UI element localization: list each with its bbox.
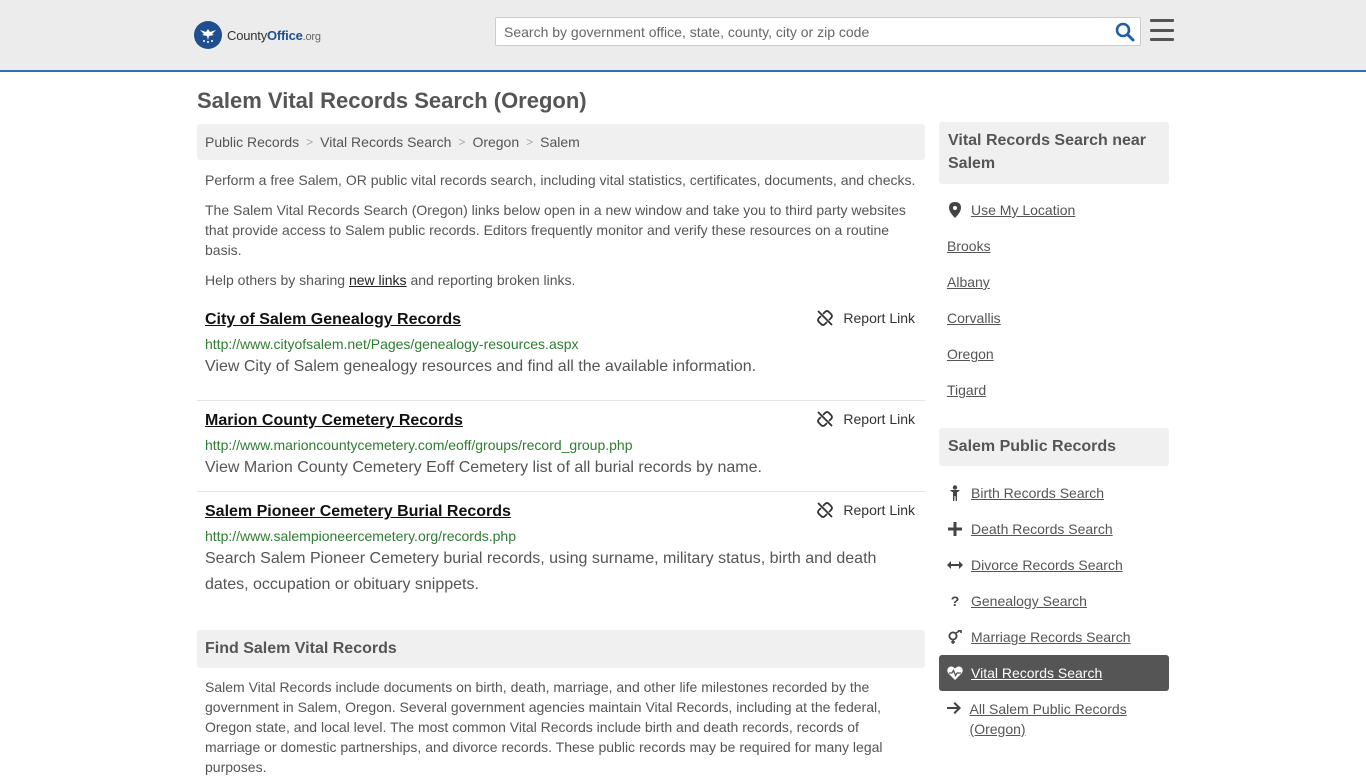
broken-link-icon bbox=[817, 502, 834, 518]
sidebar-item-label[interactable]: Albany bbox=[947, 272, 990, 292]
arrows-horizontal-icon bbox=[947, 560, 963, 570]
sidebar-item-label[interactable]: Marriage Records Search bbox=[971, 627, 1131, 647]
sidebar-item-label[interactable]: Oregon bbox=[947, 344, 994, 364]
logo-eagle-icon bbox=[194, 21, 222, 49]
sidebar-item-brooks[interactable]: Brooks bbox=[947, 236, 991, 256]
report-link-button[interactable]: Report Link bbox=[817, 502, 915, 518]
sidebar-item-vital-records[interactable]: Vital Records Search bbox=[947, 663, 1102, 683]
sidebar-item-genealogy[interactable]: ? Genealogy Search bbox=[947, 591, 1087, 611]
sidebar-item-label[interactable]: Use My Location bbox=[971, 200, 1075, 220]
sidebar-item-albany[interactable]: Albany bbox=[947, 272, 990, 292]
record-item: Marion County Cemetery Records Report Li… bbox=[197, 401, 925, 492]
question-icon: ? bbox=[950, 593, 960, 609]
sidebar-item-tigard[interactable]: Tigard bbox=[947, 380, 986, 400]
sidebar-item-death-records[interactable]: Death Records Search bbox=[947, 519, 1113, 539]
breadcrumb-oregon[interactable]: Oregon bbox=[472, 134, 519, 150]
sidebar-item-corvallis[interactable]: Corvallis bbox=[947, 308, 1001, 328]
broken-link-icon bbox=[817, 411, 834, 427]
site-logo[interactable]: CountyOffice.org bbox=[194, 21, 321, 49]
new-links-link[interactable]: new links bbox=[349, 272, 407, 288]
hamburger-menu-icon[interactable] bbox=[1150, 19, 1174, 41]
arrow-right-icon bbox=[947, 702, 962, 714]
record-url: http://www.marioncountycemetery.com/eoff… bbox=[205, 437, 633, 453]
records-list: City of Salem Genealogy Records Report L… bbox=[197, 310, 925, 598]
sidebar-item-label[interactable]: Brooks bbox=[947, 236, 991, 256]
sidebar-item-label[interactable]: Corvallis bbox=[947, 308, 1001, 328]
site-header: CountyOffice.org bbox=[0, 0, 1366, 72]
find-section-heading: Find Salem Vital Records bbox=[197, 630, 925, 668]
record-url: http://www.cityofsalem.net/Pages/genealo… bbox=[205, 336, 579, 352]
record-item: Salem Pioneer Cemetery Burial Records Re… bbox=[197, 492, 925, 598]
broken-link-icon bbox=[817, 310, 834, 326]
heartbeat-icon bbox=[947, 666, 963, 680]
record-title-link[interactable]: City of Salem Genealogy Records bbox=[205, 310, 461, 330]
breadcrumb-separator: > bbox=[526, 135, 534, 149]
page-title: Salem Vital Records Search (Oregon) bbox=[197, 88, 587, 113]
breadcrumb: Public Records > Vital Records Search > … bbox=[197, 124, 925, 160]
record-item: City of Salem Genealogy Records Report L… bbox=[197, 310, 925, 401]
intro-text: Perform a free Salem, OR public vital re… bbox=[205, 172, 916, 188]
plus-icon bbox=[947, 522, 963, 536]
sidebar-item-label[interactable]: Genealogy Search bbox=[971, 591, 1087, 611]
sidebar-item-oregon[interactable]: Oregon bbox=[947, 344, 994, 364]
record-title-link[interactable]: Marion County Cemetery Records bbox=[205, 411, 463, 431]
search-box bbox=[495, 17, 1141, 46]
logo-text: CountyOffice.org bbox=[227, 27, 321, 43]
report-link-button[interactable]: Report Link bbox=[817, 411, 915, 427]
sidebar-item-label[interactable]: Tigard bbox=[947, 380, 986, 400]
search-icon[interactable] bbox=[1114, 21, 1136, 43]
sidebar-item-all-public-records[interactable]: All Salem Public Records (Oregon) bbox=[947, 699, 1167, 739]
sidebar-item-label[interactable]: All Salem Public Records (Oregon) bbox=[970, 699, 1167, 739]
sidebar-near-heading: Vital Records Search near Salem bbox=[939, 122, 1169, 184]
sidebar-item-birth-records[interactable]: Birth Records Search bbox=[947, 483, 1104, 503]
sidebar-item-use-my-location[interactable]: Use My Location bbox=[947, 200, 1075, 220]
breadcrumb-separator: > bbox=[458, 135, 466, 149]
breadcrumb-public-records[interactable]: Public Records bbox=[205, 134, 299, 150]
map-pin-icon bbox=[947, 202, 963, 218]
record-description: Search Salem Pioneer Cemetery burial rec… bbox=[205, 550, 877, 593]
child-icon bbox=[947, 485, 963, 501]
sidebar-item-label[interactable]: Vital Records Search bbox=[971, 663, 1102, 683]
record-url: http://www.salempioneercemetery.org/reco… bbox=[205, 528, 516, 544]
report-link-button[interactable]: Report Link bbox=[817, 310, 915, 326]
sidebar-public-heading: Salem Public Records bbox=[939, 428, 1169, 466]
breadcrumb-salem[interactable]: Salem bbox=[540, 134, 580, 150]
breadcrumb-vital-records-search[interactable]: Vital Records Search bbox=[320, 134, 451, 150]
record-description: View City of Salem genealogy resources a… bbox=[205, 358, 757, 375]
sidebar-item-label[interactable]: Death Records Search bbox=[971, 519, 1113, 539]
record-title-link[interactable]: Salem Pioneer Cemetery Burial Records bbox=[205, 502, 511, 522]
sidebar-item-marriage-records[interactable]: Marriage Records Search bbox=[947, 627, 1131, 647]
disclaimer-text: The Salem Vital Records Search (Oregon) … bbox=[205, 202, 906, 258]
gender-icon bbox=[947, 630, 963, 644]
record-description: View Marion County Cemetery Eoff Cemeter… bbox=[205, 459, 762, 476]
breadcrumb-separator: > bbox=[306, 135, 314, 149]
search-input[interactable] bbox=[496, 18, 1104, 45]
help-text: Help others by sharing new links and rep… bbox=[205, 272, 576, 288]
main-content: Public Records > Vital Records Search > … bbox=[197, 124, 925, 598]
sidebar-item-label[interactable]: Divorce Records Search bbox=[971, 555, 1123, 575]
sidebar-item-divorce-records[interactable]: Divorce Records Search bbox=[947, 555, 1123, 575]
sidebar-item-label[interactable]: Birth Records Search bbox=[971, 483, 1104, 503]
find-section-text: Salem Vital Records include documents on… bbox=[205, 679, 883, 775]
